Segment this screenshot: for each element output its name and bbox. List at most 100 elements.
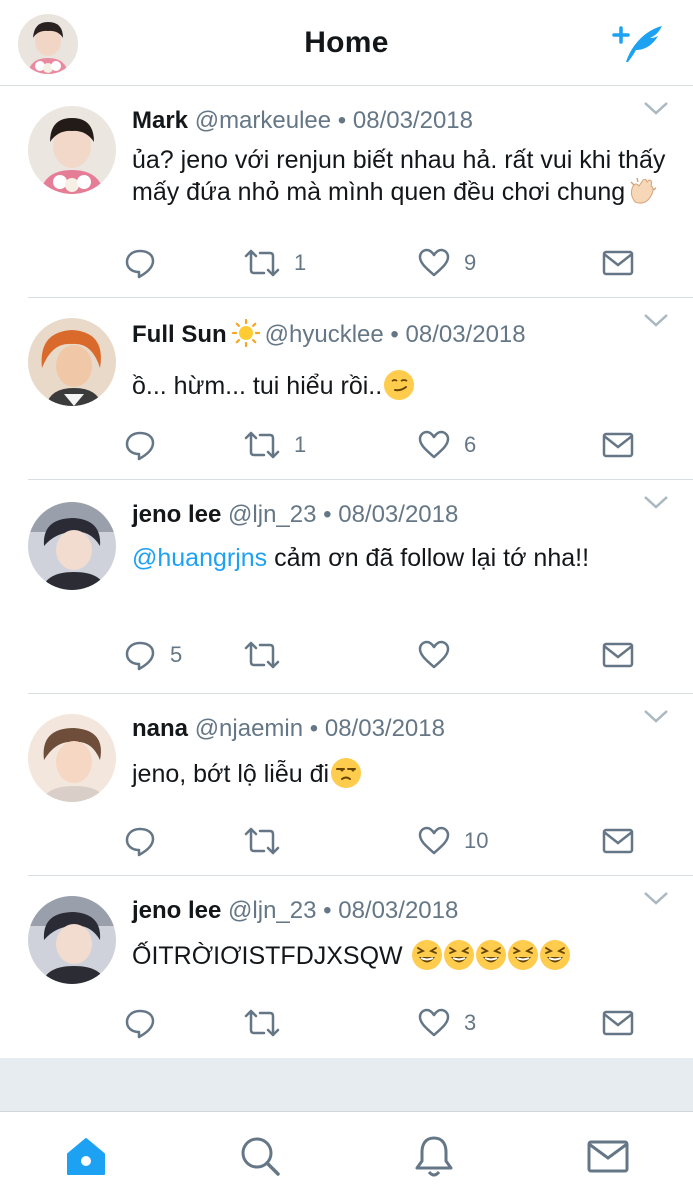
separator: •: [331, 107, 353, 134]
reply-button[interactable]: [124, 824, 170, 858]
reply-button[interactable]: [124, 1006, 170, 1040]
tweet-actions: 3: [124, 1006, 664, 1040]
tweet[interactable]: jeno lee @ljn_23 • 08/03/2018 ỐITRỜIƠIST…: [28, 876, 693, 1058]
display-name[interactable]: jeno lee: [132, 501, 221, 528]
avatar[interactable]: [28, 896, 116, 984]
home-icon[interactable]: [64, 1134, 108, 1178]
avatar[interactable]: [28, 714, 116, 802]
grinning-squinting-face-emoji: [475, 940, 506, 970]
avatar[interactable]: [28, 502, 116, 590]
tweet-text-content: cảm ơn đã follow lại tớ nha!!: [267, 544, 590, 572]
retweet-button[interactable]: [244, 1006, 294, 1040]
chevron-down-icon[interactable]: [643, 100, 669, 116]
messages-icon[interactable]: [586, 1134, 630, 1178]
avatar[interactable]: [28, 106, 116, 194]
avatar[interactable]: [28, 318, 116, 406]
retweet-button[interactable]: 1: [244, 428, 306, 462]
grinning-squinting-face-emoji: [443, 940, 474, 970]
display-name[interactable]: Full Sun: [132, 321, 227, 348]
tweet[interactable]: Mark @markeulee • 08/03/2018 ủa? jeno vớ…: [28, 86, 693, 298]
reply-icon: [125, 641, 155, 671]
direct-message-button[interactable]: [602, 428, 634, 462]
retweet-icon: [244, 1009, 280, 1037]
grinning-squinting-face-emoji: [411, 940, 442, 970]
heart-icon: [418, 1008, 450, 1037]
tweet-actions: 10: [124, 824, 664, 858]
grinning-squinting-face-emoji: [539, 940, 570, 970]
chevron-down-icon[interactable]: [643, 708, 669, 724]
tweet-header: Full Sun @hyucklee • 08/03/2018: [132, 318, 673, 350]
like-count: 6: [464, 432, 477, 457]
tweet-header: jeno lee @ljn_23 • 08/03/2018: [132, 500, 673, 530]
tweet-header: Mark @markeulee • 08/03/2018: [132, 106, 673, 136]
like-count: 3: [464, 1010, 477, 1035]
mail-icon: [602, 828, 634, 854]
display-name[interactable]: jeno lee: [132, 897, 221, 924]
tweet-text: @huangrjns cảm ơn đã follow lại tớ nha!!: [132, 542, 673, 574]
chevron-down-icon[interactable]: [643, 312, 669, 328]
like-button[interactable]: 9: [418, 246, 476, 280]
feed-end-spacer: [0, 1058, 693, 1112]
tweet-text-content: jeno, bớt lộ liễu đi: [132, 760, 330, 788]
tweet-date[interactable]: 08/03/2018: [338, 501, 458, 528]
chevron-down-icon[interactable]: [643, 494, 669, 510]
direct-message-button[interactable]: [602, 1006, 634, 1040]
direct-message-button[interactable]: [602, 246, 634, 280]
direct-message-button[interactable]: [602, 638, 634, 672]
search-icon[interactable]: [238, 1134, 282, 1178]
retweet-button[interactable]: [244, 824, 294, 858]
clapping-hands-emoji: [627, 176, 657, 206]
handle[interactable]: @ljn_23: [228, 501, 316, 528]
tweet-text: jeno, bớt lộ liễu đi: [132, 758, 673, 790]
chevron-down-icon[interactable]: [643, 890, 669, 906]
heart-icon: [418, 248, 450, 277]
handle[interactable]: @njaemin: [195, 715, 303, 742]
tweet-date[interactable]: 08/03/2018: [353, 107, 473, 134]
like-button[interactable]: 10: [418, 824, 488, 858]
tweet-actions: 5: [124, 638, 664, 672]
reply-icon: [125, 431, 155, 461]
like-button[interactable]: 6: [418, 428, 476, 462]
page-title: Home: [304, 26, 389, 59]
tweet-date[interactable]: 08/03/2018: [325, 715, 445, 742]
like-count: 9: [464, 250, 477, 275]
retweet-button[interactable]: 1: [244, 246, 306, 280]
like-count: 10: [464, 828, 489, 853]
retweet-count: 1: [294, 250, 307, 275]
mention-link[interactable]: @huangrjns: [132, 544, 267, 572]
heart-icon: [418, 640, 450, 669]
tweet[interactable]: Full Sun @hyucklee • 08/03/2018 ồ... hừm.…: [28, 298, 693, 480]
tweet-text-content: ỐITRỜIƠISTFDJXSQW: [132, 942, 403, 970]
tweet-text-content: ồ... hừm... tui hiểu rồi..: [132, 372, 383, 400]
tweet-text: ủa? jeno với renjun biết nhau hả. rất vu…: [132, 144, 673, 208]
reply-button[interactable]: 5: [124, 638, 182, 672]
display-name[interactable]: nana: [132, 715, 188, 742]
like-button[interactable]: [418, 638, 464, 672]
smirking-face-emoji: [384, 370, 415, 400]
handle[interactable]: @markeulee: [195, 107, 331, 134]
handle[interactable]: @ljn_23: [228, 897, 316, 924]
separator: •: [383, 321, 406, 348]
display-name[interactable]: Mark: [132, 107, 188, 134]
separator: •: [316, 501, 339, 528]
direct-message-button[interactable]: [602, 824, 634, 858]
reply-button[interactable]: [124, 246, 170, 280]
timeline: Mark @markeulee • 08/03/2018 ủa? jeno vớ…: [0, 86, 693, 1058]
tweet-date[interactable]: 08/03/2018: [338, 897, 458, 924]
retweet-icon: [244, 431, 280, 459]
retweet-icon: [244, 827, 280, 855]
handle[interactable]: @hyucklee: [265, 321, 384, 348]
retweet-button[interactable]: [244, 638, 294, 672]
mail-icon: [602, 250, 634, 276]
tweet-date[interactable]: 08/03/2018: [406, 321, 526, 348]
tweet-text: ồ... hừm... tui hiểu rồi..: [132, 370, 673, 402]
like-button[interactable]: 3: [418, 1006, 476, 1040]
reply-button[interactable]: [124, 428, 170, 462]
separator: •: [303, 715, 325, 742]
tweet[interactable]: jeno lee @ljn_23 • 08/03/2018 @huangrjns…: [28, 480, 693, 694]
compose-feather-icon[interactable]: [612, 22, 666, 66]
tweet[interactable]: nana @njaemin • 08/03/2018 jeno, bớt lộ …: [28, 694, 693, 876]
heart-icon: [418, 826, 450, 855]
notifications-icon[interactable]: [412, 1134, 456, 1178]
retweet-icon: [244, 641, 280, 669]
